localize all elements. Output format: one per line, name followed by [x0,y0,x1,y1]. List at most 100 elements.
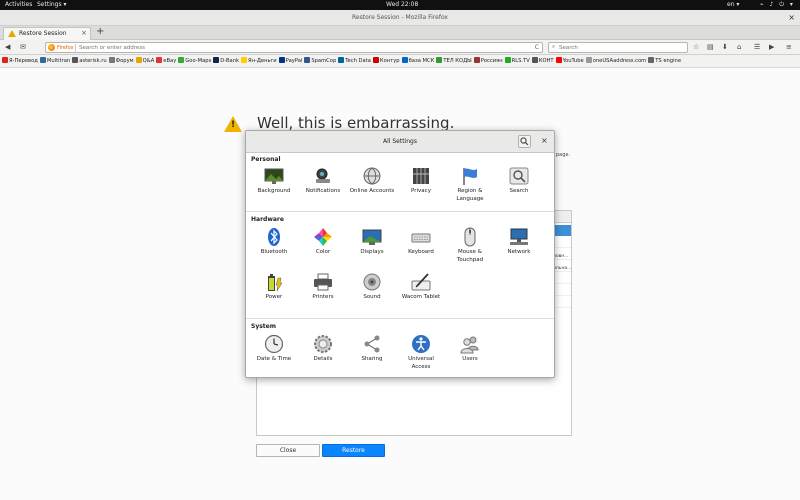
restore-button[interactable]: Restore [322,444,385,457]
download-icon[interactable]: ⬇ [722,42,728,52]
settings-item-bluetooth[interactable]: Bluetooth [251,227,297,257]
settings-item-power[interactable]: Power [251,272,297,302]
bookmark-item[interactable]: Форум [108,55,134,67]
reload-icon[interactable]: C [535,44,539,51]
activities-button[interactable]: Activities [5,1,32,9]
section-heading-hardware: Hardware [251,216,284,223]
bookmark-label: КОНТ [538,58,554,64]
settings-item-label: Sound [363,294,381,300]
bookmark-item[interactable]: Я-Перевод [2,55,38,67]
settings-item-privacy[interactable]: Privacy [398,166,444,196]
bookmark-item[interactable]: D-Bank [213,55,239,67]
details-icon [313,334,333,354]
bookmark-favicon-icon [156,57,163,63]
app-menu-button[interactable]: Settings ▾ [37,1,67,9]
region-language-icon [460,166,480,186]
bookmark-item[interactable]: SpamCop [304,55,336,67]
settings-item-notifications[interactable]: Notifications [300,166,346,196]
bookmark-favicon-icon [338,57,345,63]
bookmark-star-icon[interactable]: ☆ [693,42,699,52]
menu-icon[interactable]: ≡ [786,42,792,52]
bookmark-item[interactable]: КОНТ [531,55,554,67]
bookmark-item[interactable]: Tech Data [338,55,371,67]
settings-item-search[interactable]: Search [496,166,542,196]
reader-icon[interactable]: ☰ [754,42,760,52]
bookmark-label: Ян-Деньги [248,58,277,64]
settings-item-printers[interactable]: Printers [300,272,346,302]
settings-item-wacom-tablet[interactable]: Wacom Tablet [398,272,444,302]
settings-item-universal-access[interactable]: Universal Access [398,334,444,371]
bookmark-label: oneUSAaddress.com [592,58,647,64]
tab-restore-session[interactable]: Restore Session × [3,27,91,40]
bookmark-item[interactable]: база МСК [401,55,435,67]
search-bar[interactable]: ⌕ [548,42,688,53]
bookmark-label: Я-Перевод [9,58,38,64]
search-icon: ⌕ [552,43,556,50]
language-indicator[interactable]: en ▾ [727,1,739,9]
settings-item-background[interactable]: Background [251,166,297,196]
settings-item-color[interactable]: Color [300,227,346,257]
window-close-icon[interactable]: × [788,13,795,22]
tab-close-icon[interactable]: × [81,29,87,37]
settings-item-online-accounts[interactable]: Online Accounts [349,166,395,196]
home-icon[interactable]: ⌂ [737,42,741,52]
bookmark-item[interactable]: asterisk.ru [72,55,107,67]
settings-item-label: Privacy [411,188,431,194]
forward-icon[interactable]: ▶ [769,42,774,52]
bookmark-favicon-icon [178,57,185,63]
bookmark-label: TS engine [655,58,682,64]
window-title: Restore Session - Mozilla Firefox [352,14,448,21]
settings-item-sound[interactable]: Sound [349,272,395,302]
sharing-icon [362,334,382,354]
settings-item-users[interactable]: Users [447,334,493,364]
bookmark-favicon-icon [278,57,285,63]
bookmark-item[interactable]: oneUSAaddress.com [585,55,647,67]
settings-item-label: Users [462,356,478,362]
users-icon [460,334,480,354]
new-tab-button[interactable]: + [96,26,104,38]
settings-item-region-language[interactable]: Region & Language [447,166,493,203]
url-bar[interactable]: Firefox C [45,42,543,53]
settings-item-details[interactable]: Details [300,334,346,364]
mail-icon[interactable]: ✉ [20,42,26,52]
bookmark-item[interactable]: YouTube [555,55,584,67]
settings-item-label: Date & Time [256,356,292,362]
bookmark-label: D-Bank [220,58,239,64]
bookmark-item[interactable]: Контур [372,55,400,67]
bookmark-item[interactable]: Goo-Maps [178,55,211,67]
bookmark-label: база МСК [408,58,435,64]
bookmark-item[interactable]: ТЕЛ КОДЫ [436,55,472,67]
power-icon [264,272,284,292]
url-input[interactable] [79,43,479,52]
back-icon[interactable]: ◀ [5,42,10,52]
settings-item-network[interactable]: Network [496,227,542,257]
settings-item-sharing[interactable]: Sharing [349,334,395,364]
close-button[interactable]: Close [256,444,320,457]
bookmark-item[interactable]: RLS.TV [504,55,530,67]
window-titlebar: Restore Session - Mozilla Firefox × [0,10,800,26]
section-heading-system: System [251,323,276,330]
bookmark-item[interactable]: TS engine [648,55,682,67]
settings-item-mouse-touchpad[interactable]: Mouse & Touchpad [447,227,493,264]
library-icon[interactable]: ▤ [707,42,714,52]
bookmark-item[interactable]: Multitran [39,55,70,67]
bookmark-item[interactable]: PayPal [278,55,302,67]
system-menu-icons[interactable]: ⌁ ♪ ⏻ ▾ [760,1,795,9]
settings-item-keyboard[interactable]: Keyboard [398,227,444,257]
close-icon[interactable]: × [541,136,548,146]
bookmark-label: Форум [115,58,134,64]
restore-row-text: ильна... [553,266,572,271]
bookmark-item[interactable]: eBay [156,55,176,67]
settings-item-date-time[interactable]: Date & Time [251,334,297,364]
search-icon[interactable] [518,135,531,148]
settings-item-displays[interactable]: Displays [349,227,395,257]
bookmark-item[interactable]: Россиян [473,55,503,67]
bookmark-item[interactable]: Q&A [135,55,154,67]
bookmark-item[interactable]: Ян-Деньги [241,55,277,67]
bluetooth-icon [264,227,284,247]
settings-item-label: Notifications [305,188,341,194]
printers-icon [313,272,333,292]
search-input[interactable] [559,43,679,52]
page-description-fragment: page. [556,152,571,158]
clock[interactable]: Wed 22:08 [386,1,418,9]
